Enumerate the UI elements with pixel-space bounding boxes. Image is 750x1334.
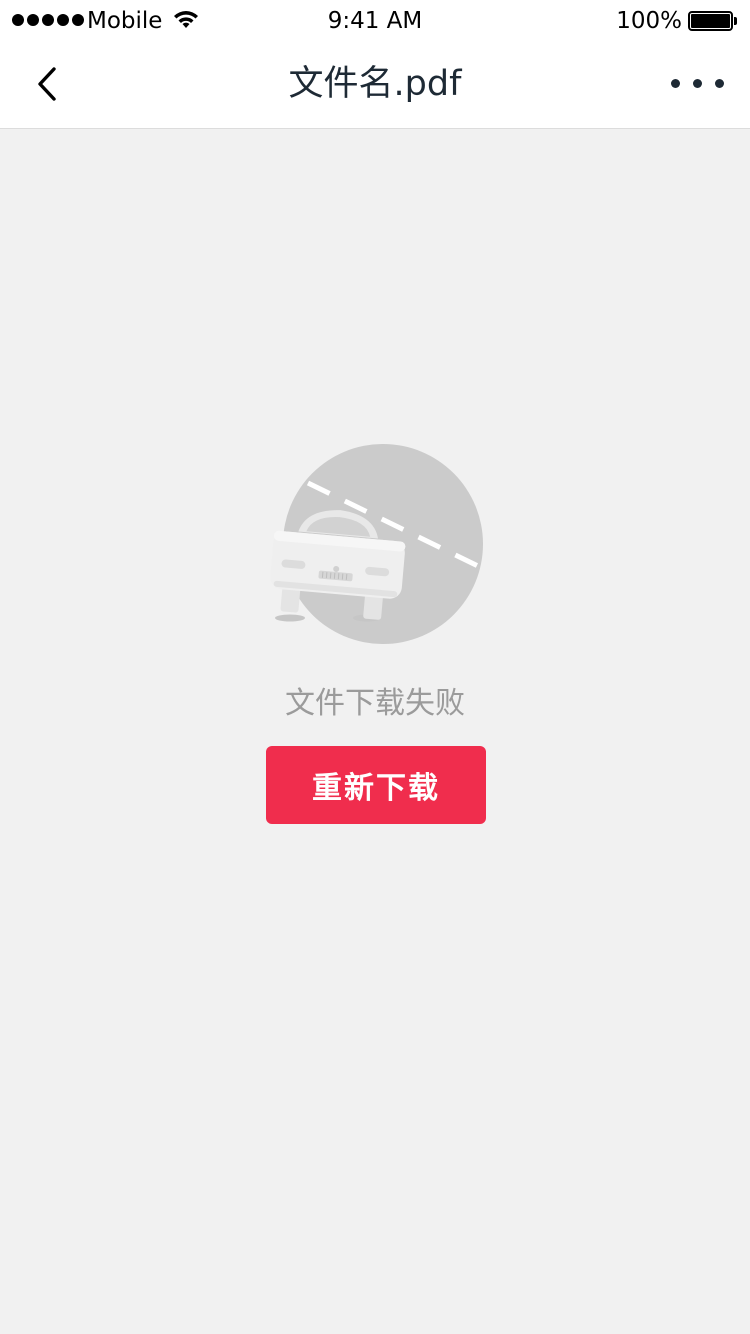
screen: Mobile 9:41 AM 100% 文件名.pdf 文件下载失败 重新下载 bbox=[0, 0, 750, 1334]
battery-percentage: 100% bbox=[616, 8, 682, 34]
retry-download-button[interactable]: 重新下载 bbox=[266, 746, 486, 824]
page-title: 文件名.pdf bbox=[288, 64, 462, 104]
download-failed-message: 文件下载失败 bbox=[285, 686, 465, 721]
more-options-button[interactable] bbox=[668, 66, 728, 102]
status-bar: Mobile 9:41 AM 100% bbox=[0, 0, 750, 40]
back-button[interactable] bbox=[20, 58, 72, 110]
navigation-bar: 文件名.pdf bbox=[0, 40, 750, 129]
battery-icon bbox=[688, 11, 737, 31]
chevron-left-icon bbox=[38, 67, 56, 101]
broken-down-car-illustration bbox=[270, 444, 483, 644]
